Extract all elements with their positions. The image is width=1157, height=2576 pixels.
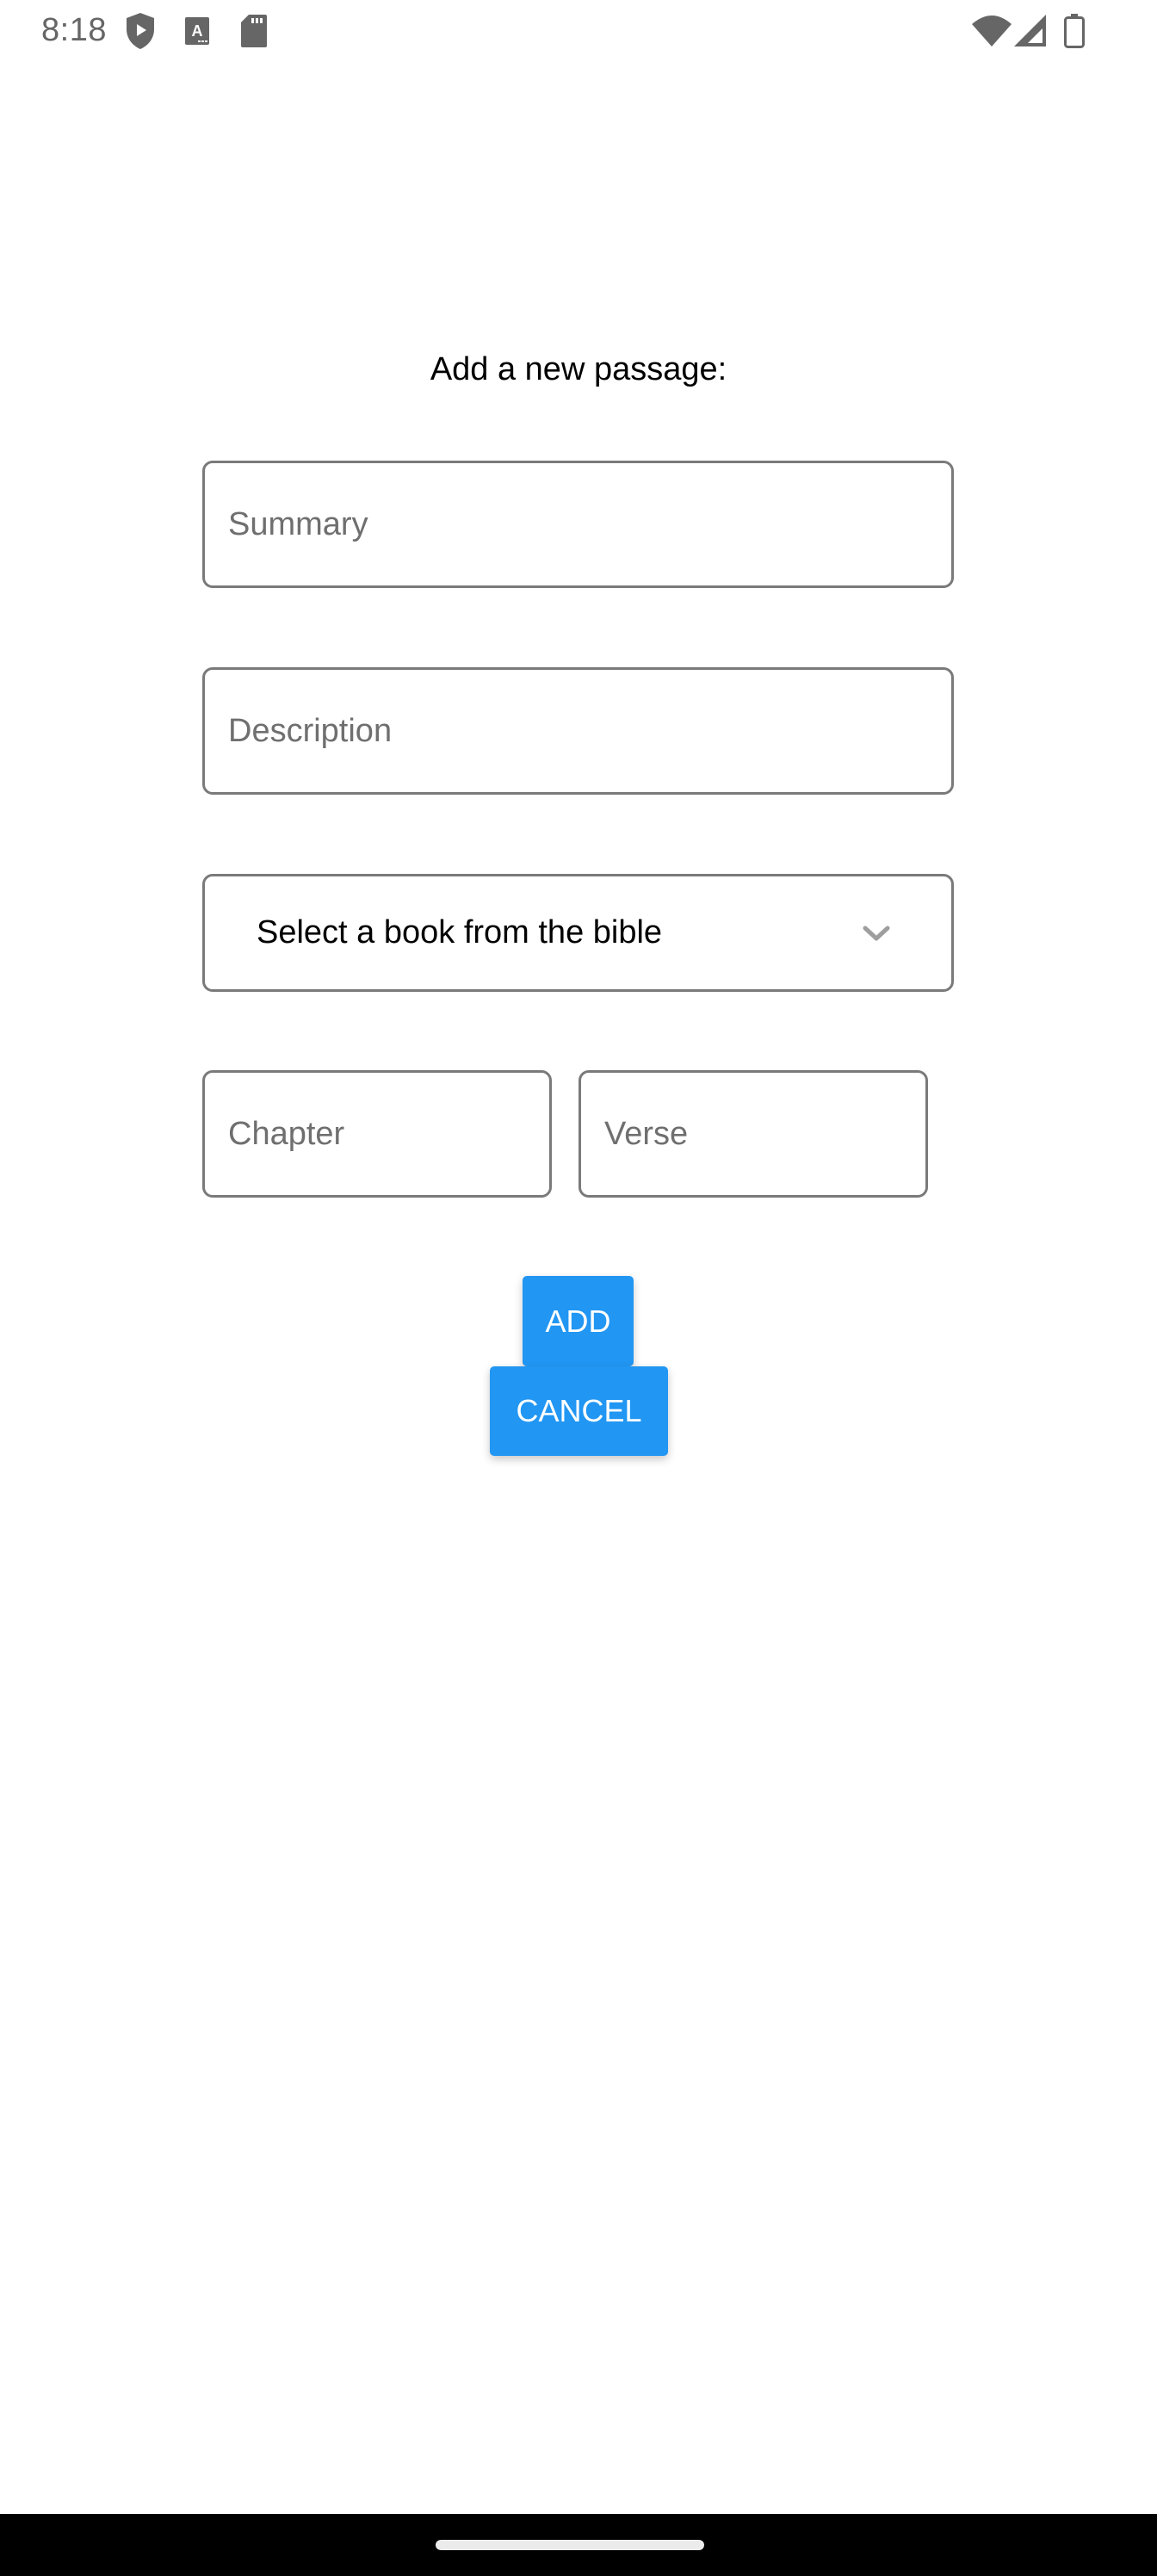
description-input[interactable]: Description xyxy=(202,667,954,795)
status-bar: 8:18 A xyxy=(0,0,1157,62)
book-select-value: Select a book from the bible xyxy=(257,914,663,951)
home-gesture-handle[interactable] xyxy=(436,2540,704,2550)
verse-placeholder: Verse xyxy=(604,1115,689,1152)
sd-card-icon xyxy=(241,15,267,47)
wifi-icon xyxy=(972,15,1012,46)
cellular-signal-icon xyxy=(1014,15,1046,46)
add-button[interactable]: ADD xyxy=(523,1276,634,1366)
play-protect-shield-icon xyxy=(127,13,154,49)
description-placeholder: Description xyxy=(228,712,393,749)
summary-placeholder: Summary xyxy=(228,505,368,542)
chapter-placeholder: Chapter xyxy=(228,1115,345,1152)
form-title: Add a new passage: xyxy=(430,351,727,387)
chevron-down-icon xyxy=(863,926,890,940)
chapter-input[interactable]: Chapter xyxy=(202,1070,552,1198)
svg-text:A: A xyxy=(192,22,203,40)
keyboard-a-icon: A xyxy=(185,17,209,45)
verse-input[interactable]: Verse xyxy=(578,1070,928,1198)
battery-icon xyxy=(1064,14,1085,48)
book-select-dropdown[interactable]: Select a book from the bible xyxy=(202,874,954,992)
summary-input[interactable]: Summary xyxy=(202,461,954,588)
cancel-button[interactable]: CANCEL xyxy=(490,1366,668,1456)
navigation-bar xyxy=(0,2514,1157,2576)
status-time: 8:18 xyxy=(41,12,107,48)
